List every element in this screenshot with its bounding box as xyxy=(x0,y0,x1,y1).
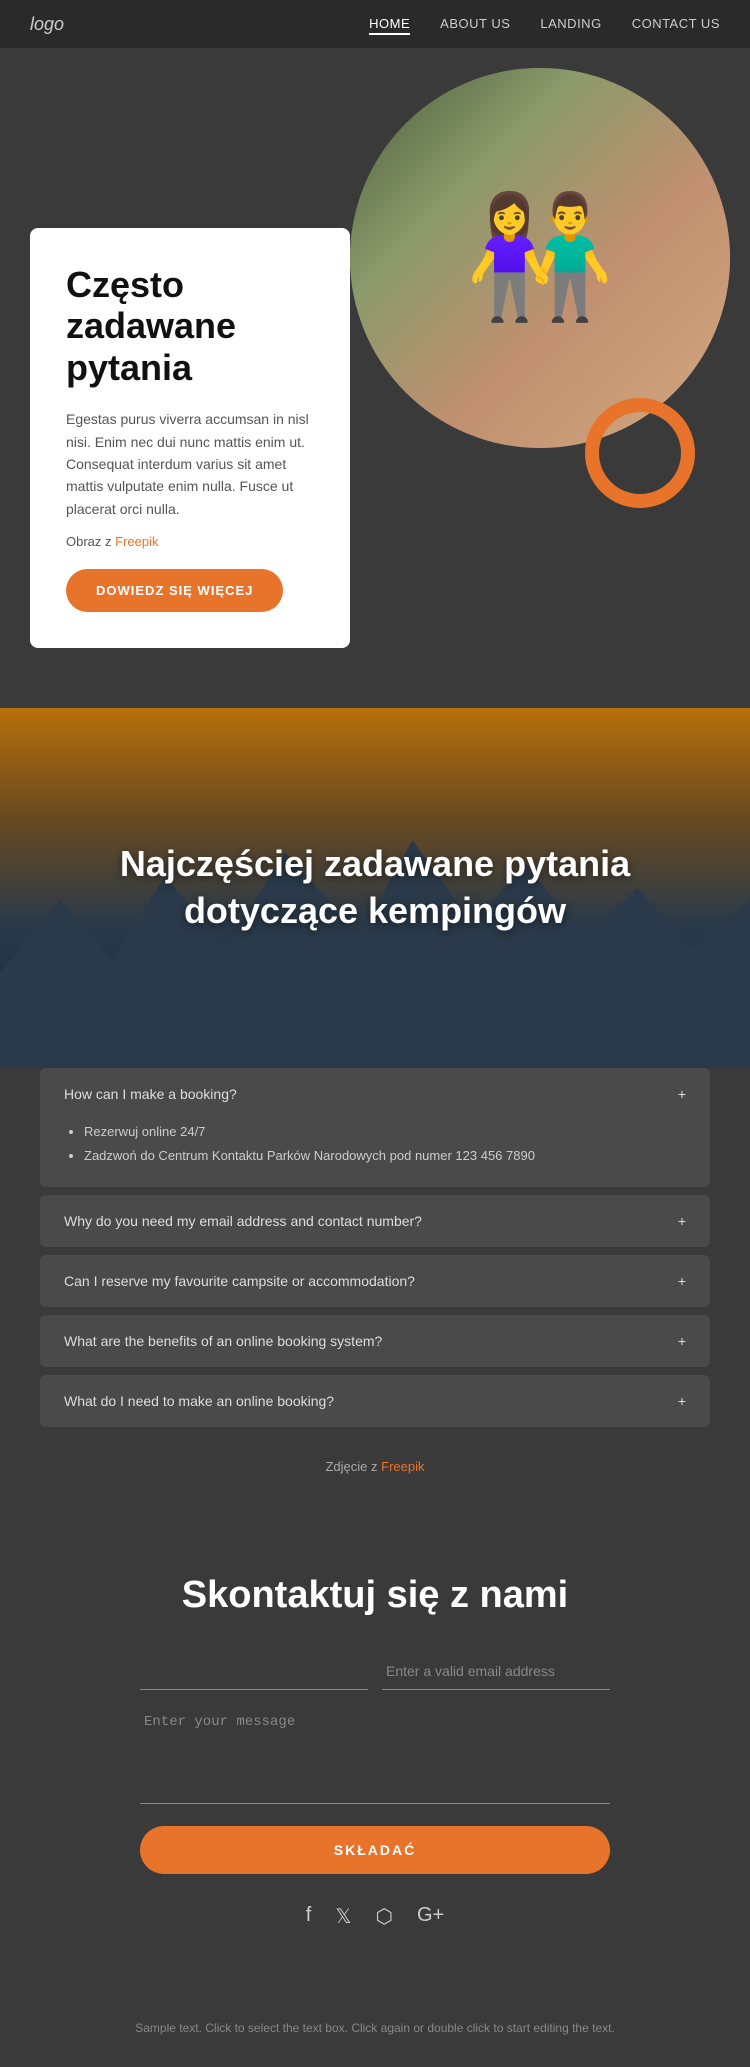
faq-section: How can I make a booking? + Rezerwuj onl… xyxy=(0,1068,750,1524)
learn-more-button[interactable]: DOWIEDZ SIĘ WIĘCEJ xyxy=(66,569,283,612)
nav-link-contact[interactable]: CONTACT US xyxy=(632,16,720,31)
faq-header-5[interactable]: What do I need to make an online booking… xyxy=(40,1375,710,1427)
faq-toggle-3[interactable]: + xyxy=(678,1273,686,1289)
faq-toggle-4[interactable]: + xyxy=(678,1333,686,1349)
orange-decorative-circle xyxy=(585,398,695,508)
hero-card: Często zadawane pytania Egestas purus vi… xyxy=(30,228,350,648)
hero-section: Często zadawane pytania Egestas purus vi… xyxy=(0,48,750,708)
faq-item-1: How can I make a booking? + Rezerwuj onl… xyxy=(40,1068,710,1187)
nav-item-about[interactable]: ABOUT US xyxy=(440,15,510,33)
faq-item-5: What do I need to make an online booking… xyxy=(40,1375,710,1427)
nav-item-contact[interactable]: CONTACT US xyxy=(632,15,720,33)
hero-description: Egestas purus viverra accumsan in nisl n… xyxy=(66,408,314,520)
freepik-link[interactable]: Freepik xyxy=(115,534,158,549)
contact-form: SKŁADAĆ xyxy=(140,1653,610,1874)
nav-link-about[interactable]: ABOUT US xyxy=(440,16,510,31)
faq-header-4[interactable]: What are the benefits of an online booki… xyxy=(40,1315,710,1367)
footer-note: Sample text. Click to select the text bo… xyxy=(0,1999,750,2067)
email-input[interactable] xyxy=(382,1653,610,1690)
form-row-top xyxy=(140,1653,610,1690)
nav-item-home[interactable]: HOME xyxy=(369,15,410,33)
hero-image xyxy=(350,68,730,448)
faq-item-2: Why do you need my email address and con… xyxy=(40,1195,710,1247)
faq-answer-item-1-2: Zadzwoń do Centrum Kontaktu Parków Narod… xyxy=(84,1144,686,1167)
faq-header-3[interactable]: Can I reserve my favourite campsite or a… xyxy=(40,1255,710,1307)
faq-question-5: What do I need to make an online booking… xyxy=(64,1393,334,1409)
social-icons-row: f 𝕏 ⬡ G+ xyxy=(140,1904,610,1929)
nav-link-landing[interactable]: LANDING xyxy=(540,16,601,31)
facebook-icon[interactable]: f xyxy=(306,1904,312,1929)
mountain-banner: Najczęściej zadawane pytania dotyczące k… xyxy=(0,708,750,1068)
message-input[interactable] xyxy=(140,1704,610,1804)
faq-question-1: How can I make a booking? xyxy=(64,1086,237,1102)
faq-toggle-1[interactable]: + xyxy=(678,1086,686,1102)
photo-credit: Zdjęcie z Freepik xyxy=(40,1435,710,1484)
faq-toggle-5[interactable]: + xyxy=(678,1393,686,1409)
faq-header-2[interactable]: Why do you need my email address and con… xyxy=(40,1195,710,1247)
instagram-icon[interactable]: ⬡ xyxy=(375,1904,392,1929)
navbar: logo HOME ABOUT US LANDING CONTACT US xyxy=(0,0,750,48)
faq-question-4: What are the benefits of an online booki… xyxy=(64,1333,382,1349)
faq-body-1: Rezerwuj online 24/7 Zadzwoń do Centrum … xyxy=(40,1120,710,1187)
contact-title: Skontaktuj się z nami xyxy=(140,1574,610,1617)
submit-button[interactable]: SKŁADAĆ xyxy=(140,1826,610,1874)
nav-links: HOME ABOUT US LANDING CONTACT US xyxy=(369,15,720,33)
contact-section: Skontaktuj się z nami SKŁADAĆ f 𝕏 ⬡ G+ xyxy=(0,1524,750,1999)
freepik-photo-link[interactable]: Freepik xyxy=(381,1459,424,1474)
faq-question-3: Can I reserve my favourite campsite or a… xyxy=(64,1273,415,1289)
nav-item-landing[interactable]: LANDING xyxy=(540,15,601,33)
twitter-icon[interactable]: 𝕏 xyxy=(335,1904,351,1929)
name-input[interactable] xyxy=(140,1653,368,1690)
googleplus-icon[interactable]: G+ xyxy=(417,1904,444,1929)
hero-title: Często zadawane pytania xyxy=(66,264,314,388)
mountain-title: Najczęściej zadawane pytania dotyczące k… xyxy=(0,841,750,935)
nav-link-home[interactable]: HOME xyxy=(369,16,410,35)
hero-image-credit: Obraz z Freepik xyxy=(66,534,314,549)
faq-item-4: What are the benefits of an online booki… xyxy=(40,1315,710,1367)
faq-header-1[interactable]: How can I make a booking? + xyxy=(40,1068,710,1120)
footer-text: Sample text. Click to select the text bo… xyxy=(135,2021,615,2035)
faq-question-2: Why do you need my email address and con… xyxy=(64,1213,422,1229)
faq-item-3: Can I reserve my favourite campsite or a… xyxy=(40,1255,710,1307)
faq-toggle-2[interactable]: + xyxy=(678,1213,686,1229)
faq-answer-item-1-1: Rezerwuj online 24/7 xyxy=(84,1120,686,1143)
nav-logo: logo xyxy=(30,14,64,35)
